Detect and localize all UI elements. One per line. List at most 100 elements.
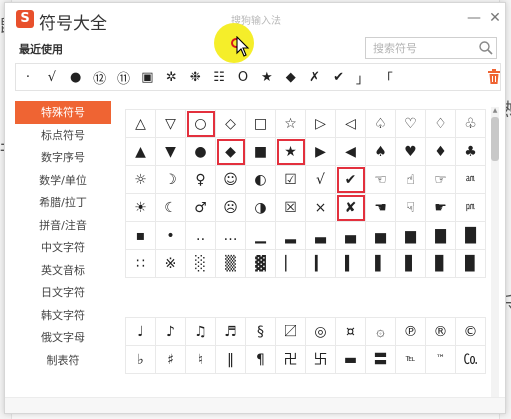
recent-symbol[interactable]: ✔	[327, 64, 351, 90]
symbol-cell[interactable]: ×	[305, 193, 336, 222]
symbol-cell[interactable]: ℡	[395, 345, 426, 374]
symbol-cell[interactable]: ▇	[425, 221, 456, 250]
category-item-punctuation[interactable]: 标点符号	[15, 124, 111, 147]
symbol-cell[interactable]: ☛	[425, 193, 456, 222]
symbol-cell[interactable]: 卍	[275, 345, 306, 374]
symbol-cell[interactable]: ☜	[365, 165, 396, 194]
symbol-cell[interactable]: ♢	[425, 109, 456, 138]
symbol-cell[interactable]: ©	[455, 317, 486, 346]
symbol-cell[interactable]: ◑	[245, 193, 276, 222]
symbol-cell[interactable]: ░	[185, 249, 216, 278]
recent-symbol[interactable]: ●	[64, 64, 88, 90]
recent-symbol[interactable]: ☷	[207, 64, 231, 90]
symbol-cell[interactable]: △	[125, 109, 156, 138]
symbol-cell[interactable]: ☚	[365, 193, 396, 222]
symbol-cell[interactable]: ☾	[155, 193, 186, 222]
symbol-cell[interactable]: 〓	[365, 345, 396, 374]
symbol-cell[interactable]: ♡	[395, 109, 426, 138]
symbol-cell[interactable]: ☑	[275, 165, 306, 194]
symbol-cell[interactable]: ▲	[125, 137, 156, 166]
symbol-cell[interactable]: …	[215, 221, 246, 250]
symbol-cell[interactable]: ▽	[155, 109, 186, 138]
category-item-korean[interactable]: 韩文字符	[15, 304, 111, 327]
recent-symbol[interactable]: ·	[16, 64, 40, 90]
recent-symbol[interactable]: 」	[350, 64, 374, 90]
category-item-special[interactable]: 特殊符号	[15, 101, 111, 124]
symbol-cell[interactable]: ▁	[245, 221, 276, 250]
symbol-cell[interactable]: ☒	[275, 193, 306, 222]
trash-icon[interactable]	[487, 69, 501, 85]
recent-symbol[interactable]: ◆	[279, 64, 303, 90]
symbol-cell[interactable]: ♤	[365, 109, 396, 138]
category-item-english-phonetic[interactable]: 英文音标	[15, 259, 111, 282]
title-bar[interactable]: S 符号大全 搜狗输入法 — ✕	[5, 3, 505, 35]
category-item-number-sequence[interactable]: 数字序号	[15, 146, 111, 169]
recent-symbol[interactable]: O	[231, 64, 255, 90]
minimize-button[interactable]: —	[463, 7, 485, 29]
symbol-cell[interactable]: ♠	[365, 137, 396, 166]
symbol-cell[interactable]: ☞	[425, 165, 456, 194]
symbol-cell[interactable]: ∷	[125, 249, 156, 278]
symbol-cell[interactable]: ℗	[395, 317, 426, 346]
symbol-cell[interactable]: 卐	[305, 345, 336, 374]
symbol-cell-highlighted[interactable]: ★	[275, 137, 306, 166]
symbol-cell[interactable]: §	[245, 317, 276, 346]
category-item-pinyin-zhuyin[interactable]: 拼音/注音	[15, 214, 111, 237]
symbol-cell[interactable]: ※	[155, 249, 186, 278]
search-box[interactable]	[365, 37, 497, 59]
symbol-cell[interactable]: ♯	[155, 345, 186, 374]
symbol-cell[interactable]: •	[155, 221, 186, 250]
symbol-cell[interactable]: ▂	[275, 221, 306, 250]
symbol-cell[interactable]: ▌	[365, 249, 396, 278]
symbol-cell[interactable]: █	[455, 221, 486, 250]
symbol-cell[interactable]: ¤	[335, 317, 366, 346]
category-item-japanese[interactable]: 日文字符	[15, 281, 111, 304]
category-item-chinese[interactable]: 中文字符	[15, 236, 111, 259]
symbol-cell[interactable]: ▋	[395, 249, 426, 278]
symbol-cell[interactable]: 〼	[275, 317, 306, 346]
symbol-cell[interactable]: ▏	[275, 249, 306, 278]
symbol-cell[interactable]: ♩	[125, 317, 156, 346]
symbol-cell[interactable]: ♦	[425, 137, 456, 166]
symbol-cell[interactable]: ♀	[185, 165, 216, 194]
symbol-cell-highlighted[interactable]: ✔	[335, 165, 366, 194]
symbol-cell[interactable]: ‥	[185, 221, 216, 250]
symbol-cell[interactable]: ®	[425, 317, 456, 346]
symbol-cell-highlighted[interactable]: ○	[185, 109, 216, 138]
symbol-cell-highlighted[interactable]: ✘	[335, 193, 366, 222]
symbol-cell[interactable]: ㏇	[455, 345, 486, 374]
symbol-cell[interactable]: ◇	[215, 109, 246, 138]
recent-symbol[interactable]: ❉	[183, 64, 207, 90]
symbol-cell[interactable]: ▒	[215, 249, 246, 278]
symbol-cell[interactable]: ☝	[395, 165, 426, 194]
recent-symbol[interactable]: ⑫	[88, 64, 112, 90]
symbol-cell[interactable]: ☀	[125, 193, 156, 222]
category-item-greek-latin[interactable]: 希腊/拉丁	[15, 191, 111, 214]
close-button[interactable]: ✕	[484, 7, 505, 29]
symbol-cell[interactable]: ㏂	[455, 165, 486, 194]
symbol-cell-highlighted[interactable]: ◆	[215, 137, 246, 166]
symbol-cell[interactable]: ☺	[215, 165, 246, 194]
symbol-cell[interactable]: ۞	[365, 317, 396, 346]
symbol-cell[interactable]: ♥	[395, 137, 426, 166]
category-item-russian[interactable]: 俄文字母	[15, 326, 111, 349]
recent-symbol[interactable]: ✗	[303, 64, 327, 90]
symbol-cell[interactable]: ☆	[275, 109, 306, 138]
symbol-cell[interactable]: ▎	[305, 249, 336, 278]
symbol-cell[interactable]: ♭	[125, 345, 156, 374]
symbol-cell[interactable]: ㏘	[455, 193, 486, 222]
symbol-cell[interactable]: ♂	[185, 193, 216, 222]
symbol-cell[interactable]: ☟	[395, 193, 426, 222]
recent-symbol[interactable]: ★	[255, 64, 279, 90]
symbol-cell[interactable]: ¶	[245, 345, 276, 374]
symbol-cell[interactable]: ♣	[455, 137, 486, 166]
symbol-cell[interactable]: ▃	[305, 221, 336, 250]
symbol-cell[interactable]: ▊	[425, 249, 456, 278]
symbol-cell[interactable]: ♧	[455, 109, 486, 138]
scroll-up-icon[interactable]: ▲	[491, 107, 499, 115]
symbol-cell[interactable]: ▬	[335, 345, 366, 374]
symbol-cell[interactable]: ‖	[215, 345, 246, 374]
symbol-cell[interactable]: ▉	[455, 249, 486, 278]
symbol-cell[interactable]: ◎	[305, 317, 336, 346]
search-input[interactable]	[367, 39, 475, 57]
